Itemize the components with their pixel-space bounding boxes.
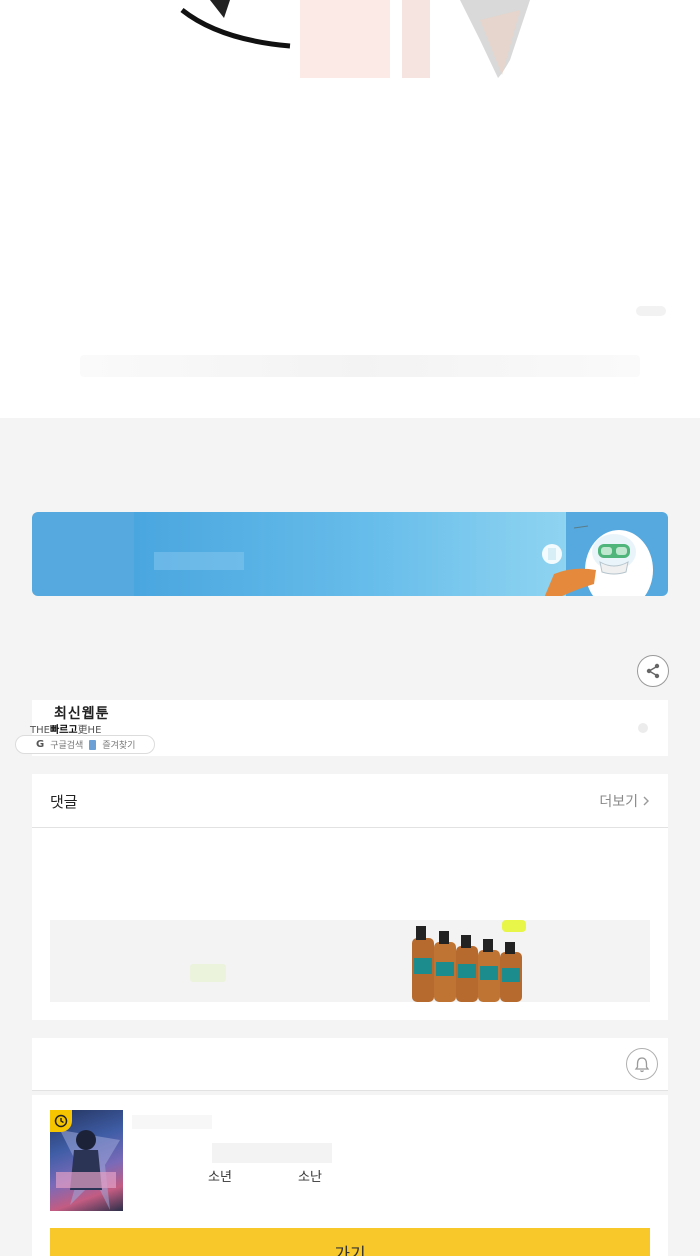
faded-title-text [132, 1115, 332, 1163]
ad-faded-logo [190, 964, 226, 982]
latest-webtoon-title[interactable]: 최신웹툰 [54, 703, 110, 723]
google-icon: G [36, 739, 45, 750]
latest-webtoon-subtitle: THE빠르고更HE [30, 721, 101, 736]
google-search-label[interactable]: 구글검색 [50, 738, 83, 751]
faded-caption [80, 355, 640, 377]
banner-faded-text [154, 552, 244, 570]
comic-thumbnail[interactable] [50, 1110, 123, 1211]
recommended-item[interactable]: 소년 소난 가기 [32, 1095, 668, 1256]
more-link[interactable]: 더보기 [599, 791, 650, 811]
comments-title: 댓글 [50, 793, 78, 811]
go-button[interactable]: 가기 [50, 1228, 650, 1256]
search-pill[interactable]: G 구글검색 즐겨찾기 [15, 735, 155, 754]
banner-image [134, 512, 653, 596]
bell-button[interactable] [626, 1048, 658, 1080]
more-label[interactable]: 더보기 [599, 791, 638, 811]
hazmat-character-image [542, 525, 653, 596]
banner-ad[interactable] [32, 512, 668, 596]
tag-genre-2[interactable]: 소난 [298, 1166, 322, 1185]
tag-genre-1[interactable]: 소년 [208, 1166, 232, 1185]
notification-bar [32, 1038, 668, 1091]
bookmark-label[interactable]: 즐겨찾기 [102, 738, 135, 751]
comic-content [0, 0, 700, 418]
faded-indicator [638, 723, 648, 733]
bell-icon [634, 1056, 650, 1072]
comments-section: 댓글 더보기 [32, 774, 668, 1020]
comic-image-fragment [180, 0, 530, 78]
bookmark-icon [89, 739, 97, 750]
comment-ad[interactable] [50, 920, 650, 1002]
share-button[interactable] [637, 655, 669, 687]
bottle-ad-image [412, 920, 526, 1002]
faded-marker [636, 306, 666, 316]
chevron-right-icon [643, 796, 649, 806]
clock-badge [50, 1110, 72, 1132]
clock-icon [54, 1114, 68, 1128]
share-icon [646, 663, 660, 679]
comments-header: 댓글 더보기 [32, 774, 668, 828]
